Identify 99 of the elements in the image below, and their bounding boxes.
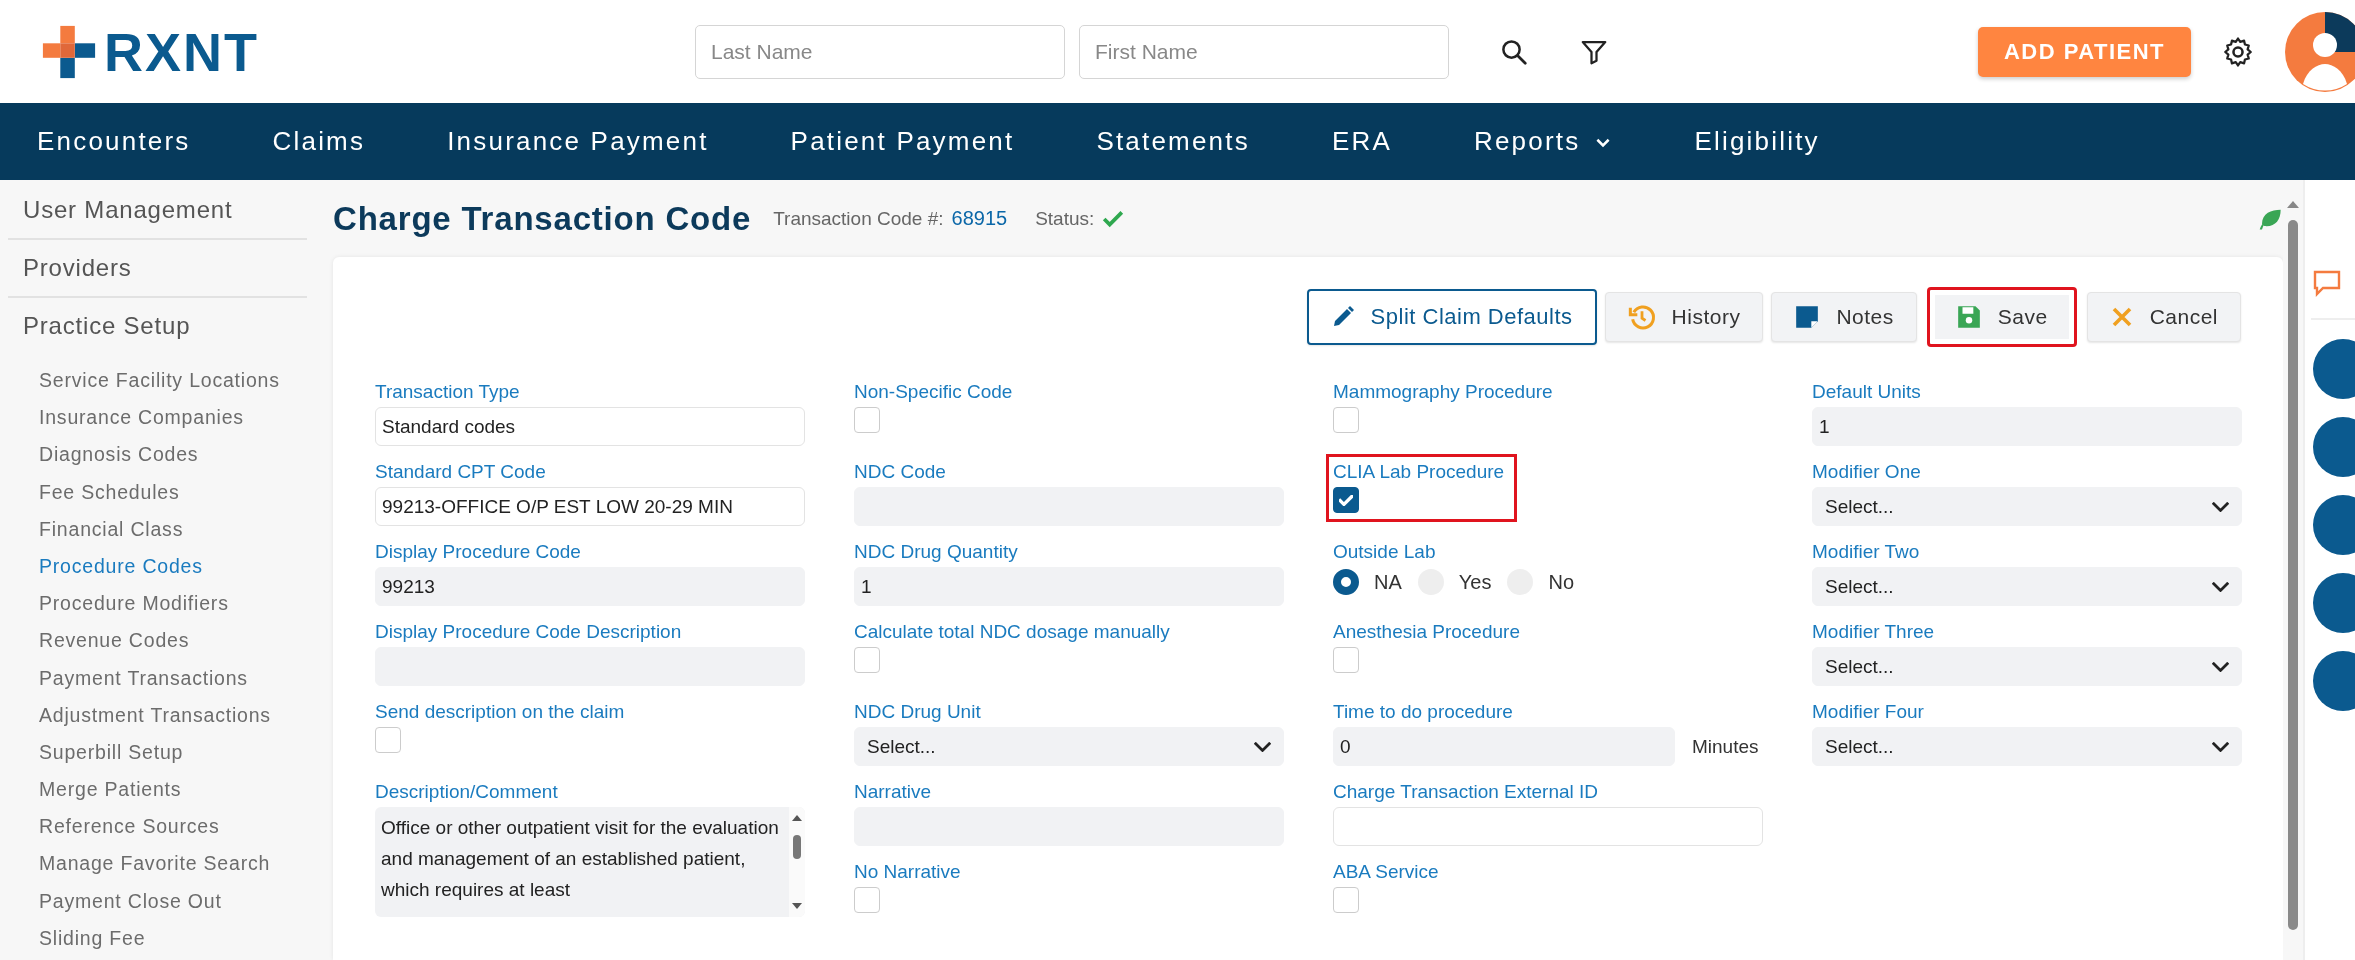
chevron-icon xyxy=(2212,661,2229,672)
sidebar-item[interactable]: Superbill Setup xyxy=(0,733,315,772)
nav-link[interactable]: Eligibility xyxy=(1694,126,1820,157)
field-label: Standard CPT Code xyxy=(375,461,546,483)
cancel-button[interactable]: Cancel xyxy=(2086,292,2241,342)
sidebar-item[interactable]: Reference Sources xyxy=(0,808,315,846)
nav-link[interactable]: Insurance Payment xyxy=(447,126,709,157)
search-field[interactable]: Last Name xyxy=(695,24,1065,79)
avatar-icon[interactable] xyxy=(2313,495,2355,555)
field-label: Anesthesia Procedure xyxy=(1333,621,1520,643)
check-icon xyxy=(1339,494,1353,506)
chevron-icon xyxy=(2212,581,2229,592)
sidebar-section[interactable]: User Management xyxy=(8,182,307,240)
field-label: NDC Code xyxy=(854,461,946,483)
text-field[interactable]: 99213 xyxy=(375,567,805,606)
field-label: ABA Service xyxy=(1333,861,1439,883)
sidebar-item[interactable]: Procedure Codes xyxy=(0,547,315,586)
field-label: Send description on the claim xyxy=(375,701,625,723)
nav-link[interactable]: ERA xyxy=(1331,126,1392,157)
split-button[interactable]: Split Claim Defaults xyxy=(1306,289,1597,345)
history-button[interactable]: History xyxy=(1604,292,1764,342)
sidebar-section[interactable]: Providers xyxy=(8,240,307,298)
text-field[interactable]: 1 xyxy=(854,567,1284,606)
nav-link[interactable]: Patient Payment xyxy=(790,126,1015,157)
logo-text: RXNT xyxy=(104,20,259,83)
sidebar-item[interactable]: Fee Schedules xyxy=(0,473,315,511)
sidebar-item[interactable]: Insurance Companies xyxy=(0,399,315,437)
nav-link[interactable]: Claims xyxy=(272,126,366,157)
avatar-icon[interactable] xyxy=(2313,573,2355,633)
radio-label: Yes xyxy=(1458,570,1492,594)
text-field[interactable]: 1 xyxy=(1812,407,2242,446)
field-label: NDC Drug Quantity xyxy=(854,541,1018,563)
radio-button[interactable] xyxy=(1333,569,1359,595)
field-label: CLIA Lab Procedure xyxy=(1333,461,1505,483)
select-field[interactable]: Select... xyxy=(1812,567,2242,606)
select-field[interactable]: Select... xyxy=(1812,727,2242,766)
save-button[interactable]: Save xyxy=(1926,287,2077,347)
field-label: NDC Drug Unit xyxy=(854,701,981,723)
field-label: Description/Comment xyxy=(375,781,558,803)
field-label: Narrative xyxy=(854,781,932,803)
avatar-icon[interactable] xyxy=(2313,417,2355,477)
field-label: Mammography Procedure xyxy=(1333,381,1553,403)
history-icon xyxy=(1627,303,1656,331)
scrollbar[interactable] xyxy=(789,807,805,917)
sidebar-item[interactable]: Payment Transactions xyxy=(0,659,315,697)
text-field[interactable]: Standard codes xyxy=(375,407,805,446)
notes-button[interactable]: Notes xyxy=(1771,292,1917,342)
field-label: Display Procedure Code xyxy=(375,541,581,563)
field-label: Modifier Three xyxy=(1812,621,1935,643)
radio-label: No xyxy=(1548,570,1574,594)
sidebar-item[interactable]: Procedure Modifiers xyxy=(0,585,315,623)
field-label: Calculate total NDC dosage manually xyxy=(854,621,1170,643)
radio-label: NA xyxy=(1374,570,1402,594)
avatar-icon[interactable] xyxy=(2313,339,2355,399)
transaction-code-link[interactable]: 68915 xyxy=(951,207,1008,230)
nav-link[interactable]: Reports xyxy=(1473,126,1613,157)
sidebar-item[interactable]: Diagnosis Codes xyxy=(0,436,315,474)
chevron-icon xyxy=(1254,741,1271,752)
text-field[interactable] xyxy=(1333,807,1763,846)
field-label: Time to do procedure xyxy=(1333,701,1513,723)
field-label: Modifier One xyxy=(1812,461,1921,483)
nav-link[interactable]: Statements xyxy=(1096,126,1250,157)
sidebar-item[interactable]: Financial Class xyxy=(0,510,315,548)
avatar-icon[interactable] xyxy=(2285,11,2355,92)
field-label: Transaction Type xyxy=(375,381,520,403)
chevron-icon xyxy=(2212,501,2229,512)
transaction-code-label: Transaction Code #: xyxy=(773,207,944,230)
field-label: Non-Specific Code xyxy=(854,381,1013,403)
sidebar-section[interactable]: Practice Setup xyxy=(8,298,307,354)
sidebar-item[interactable]: Adjustment Transactions xyxy=(0,696,315,734)
field-label: Display Procedure Code Description xyxy=(375,621,682,643)
select-field[interactable]: Select... xyxy=(1812,487,2242,526)
field-label: No Narrative xyxy=(854,861,961,883)
field-label: Modifier Four xyxy=(1812,701,1924,723)
select-field[interactable]: Select... xyxy=(1812,647,2242,686)
search-field[interactable]: First Name xyxy=(1079,24,1449,79)
sidebar-item[interactable]: Manage Favorite Search xyxy=(0,845,315,883)
sidebar-item[interactable]: Revenue Codes xyxy=(0,622,315,660)
chevron-icon xyxy=(2212,741,2229,752)
select-field[interactable]: Select... xyxy=(854,727,1284,766)
sidebar-item[interactable]: Payment Close Out xyxy=(0,882,315,920)
avatar-icon[interactable] xyxy=(2313,651,2355,711)
field-label: Charge Transaction External ID xyxy=(1333,781,1599,803)
sidebar-item[interactable]: Service Facility Locations xyxy=(0,362,315,400)
chat-icon[interactable] xyxy=(2311,268,2341,298)
status-label: Status: xyxy=(1035,207,1095,230)
field-label: Outside Lab xyxy=(1333,541,1436,563)
field-label: Default Units xyxy=(1812,381,1921,403)
note-icon xyxy=(1794,304,1821,330)
page-title: Charge Transaction Code xyxy=(333,199,752,238)
nav-link[interactable]: Encounters xyxy=(37,126,191,157)
text-field[interactable]: 99213-OFFICE O/P EST LOW 20-29 MIN xyxy=(375,487,805,526)
unit-label: Minutes xyxy=(1692,735,1759,758)
checkbox[interactable] xyxy=(1333,487,1359,513)
text-field[interactable]: 0 xyxy=(1333,727,1675,766)
sidebar-item[interactable]: Sliding Fee xyxy=(0,919,315,957)
settings-icon[interactable] xyxy=(2221,34,2255,69)
field-label: Modifier Two xyxy=(1812,541,1920,563)
sidebar-item[interactable]: Merge Patients xyxy=(0,771,315,809)
